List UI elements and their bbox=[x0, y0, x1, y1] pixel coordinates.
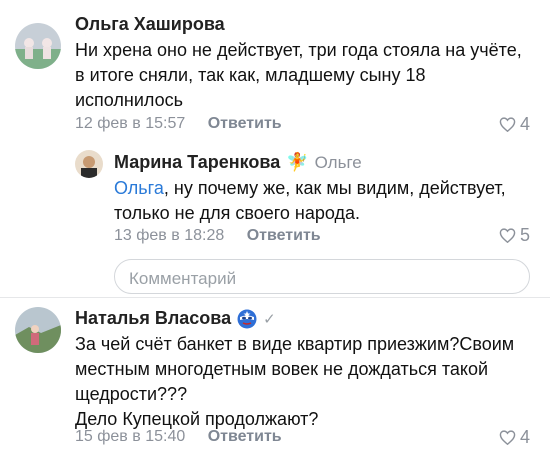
divider bbox=[0, 297, 550, 298]
comment-input-placeholder: Комментарий bbox=[129, 269, 237, 288]
comment-text: Ни хрена оно не действует, три года стоя… bbox=[75, 40, 522, 110]
verified-check-icon: ✓ bbox=[263, 310, 276, 328]
heart-icon bbox=[499, 228, 516, 243]
comment-author[interactable]: Ольга Хаширова bbox=[75, 14, 225, 35]
mention-link[interactable]: Ольга bbox=[114, 178, 164, 198]
like-button[interactable]: 4 bbox=[499, 114, 530, 135]
heart-icon bbox=[499, 430, 516, 445]
avatar[interactable] bbox=[75, 150, 103, 178]
reply-to-label[interactable]: Ольге bbox=[315, 153, 362, 173]
comment-text: Ольга, ну почему же, как мы видим, дейст… bbox=[114, 178, 506, 223]
reply-button[interactable]: Ответить bbox=[247, 227, 321, 244]
captain-america-mask-icon bbox=[237, 309, 257, 328]
comment-text: За чей счёт банкет в виде квартир приезж… bbox=[75, 334, 515, 429]
like-count: 4 bbox=[520, 427, 531, 447]
avatar[interactable] bbox=[15, 23, 61, 69]
comment-time[interactable]: 13 фев в 18:28 bbox=[114, 227, 224, 244]
like-button[interactable]: 4 bbox=[499, 427, 530, 448]
comment-meta: 13 фев в 18:28 Ответить bbox=[114, 227, 321, 245]
comment-meta: 12 фев в 15:57 Ответить bbox=[75, 115, 282, 133]
fairy-emoji-icon: 🧚 bbox=[286, 152, 309, 172]
reply-button[interactable]: Ответить bbox=[208, 115, 282, 132]
comment-time[interactable]: 12 фев в 15:57 bbox=[75, 115, 185, 132]
reply-button[interactable]: Ответить bbox=[208, 428, 282, 445]
avatar[interactable] bbox=[15, 307, 61, 353]
heart-icon bbox=[499, 117, 516, 132]
comment-meta: 15 фев в 15:40 Ответить bbox=[75, 428, 282, 446]
like-count: 4 bbox=[520, 114, 531, 134]
comment-author: Марина Таренкова 🧚 Ольге bbox=[114, 152, 362, 173]
comment-input[interactable]: Комментарий bbox=[114, 259, 530, 294]
comment-author: Наталья Власова ✓ bbox=[75, 308, 276, 328]
comment-time[interactable]: 15 фев в 15:40 bbox=[75, 428, 185, 445]
like-button[interactable]: 5 bbox=[499, 225, 530, 246]
like-count: 5 bbox=[520, 225, 531, 245]
